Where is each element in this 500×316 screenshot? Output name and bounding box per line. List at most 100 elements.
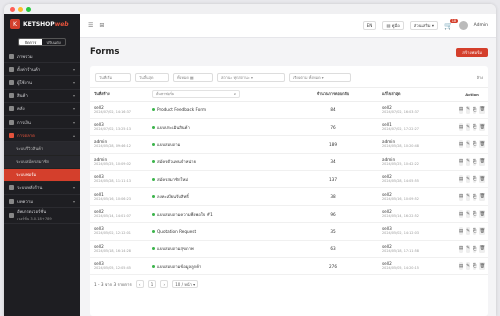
form-name[interactable]: Quotation Request xyxy=(157,229,196,234)
delete-button[interactable]: 🗑 xyxy=(479,123,486,132)
edit-button[interactable]: ✎ xyxy=(466,140,470,149)
copy-link-button[interactable]: ⎘ xyxy=(472,105,477,114)
column-header-created[interactable]: วันที่สร้าง xyxy=(90,88,148,102)
table-row[interactable]: sell2 2024/07/02, 14:16:37 Product Feedbac… xyxy=(90,101,488,119)
form-name[interactable]: แบบสอบถามสุขภาพ xyxy=(157,245,194,252)
table-row[interactable]: sell3 2024/05/02, 12:12:01 Quotation Reque… xyxy=(90,222,488,241)
collapse-sidebar-icon[interactable]: ☰ xyxy=(88,22,93,29)
delete-button[interactable]: 🗑 xyxy=(479,192,486,201)
copy-link-button[interactable]: ⎘ xyxy=(472,227,477,236)
per-page-select[interactable]: 10 / หน้า ▾ xyxy=(172,280,199,289)
form-name[interactable]: Product Feedback Form xyxy=(157,107,206,112)
sidebar-item-members[interactable]: ผู้ใช้งาน ▾ xyxy=(4,76,80,90)
form-name[interactable]: แบบสอบถาม xyxy=(157,141,180,148)
copy-link-button[interactable]: ⎘ xyxy=(472,123,477,132)
sidebar-subitem-forms[interactable]: ระบบฟอร์ม xyxy=(4,168,80,182)
table-row[interactable]: admin 2024/05/25, 10:09:02 สมัครตัวแทนจำหน… xyxy=(90,153,488,172)
minimize-window-button[interactable] xyxy=(18,6,23,12)
date-range-select[interactable]: ทั้งหมด ▦ xyxy=(173,73,213,82)
sidebar-item-marketing[interactable]: การตลาด ▴ xyxy=(4,129,80,143)
view-responses-button[interactable]: ▤ xyxy=(458,210,464,219)
delete-button[interactable]: 🗑 xyxy=(479,244,486,253)
status-select[interactable]: สถานะ ทุกสถานะ ▾ xyxy=(217,73,285,82)
copy-link-button[interactable]: ⎘ xyxy=(472,140,477,149)
edit-button[interactable]: ✎ xyxy=(466,262,470,271)
next-page-button[interactable]: › xyxy=(160,280,169,289)
view-responses-button[interactable]: ▤ xyxy=(458,140,464,149)
copy-link-button[interactable]: ⎘ xyxy=(472,244,477,253)
tab-customize[interactable]: ปรับแต่ง xyxy=(42,39,65,45)
form-name[interactable]: แบบสอบถามข้อมูลลูกค้า xyxy=(157,263,201,270)
view-responses-button[interactable]: ▤ xyxy=(458,105,464,114)
copy-link-button[interactable]: ⎘ xyxy=(472,175,477,184)
delete-button[interactable]: 🗑 xyxy=(479,262,486,271)
table-row[interactable]: sell1 2024/05/16, 10:06:23 ลงทะเบียนรับสิท… xyxy=(90,187,488,206)
edit-button[interactable]: ✎ xyxy=(466,210,470,219)
cart-icon[interactable]: 🛒 18 xyxy=(444,18,458,30)
sort-select[interactable]: เรียงตาม ทั้งหมด ▾ xyxy=(289,73,351,82)
sidebar-subitem-reviews[interactable]: ระบบรีวิวสินค้า xyxy=(4,142,80,156)
form-name[interactable]: สมัครสมาชิกใหม่ xyxy=(157,176,188,183)
language-switch[interactable]: EN xyxy=(362,21,377,30)
form-name[interactable]: ลงทะเบียนรับสิทธิ์ xyxy=(157,193,189,200)
brand-logo[interactable]: K KETSHOPweb xyxy=(4,14,80,34)
copy-link-button[interactable]: ⎘ xyxy=(472,192,477,201)
user-name[interactable]: Admin xyxy=(474,23,488,28)
close-window-button[interactable] xyxy=(10,6,15,12)
sidebar-item-finance[interactable]: การเงิน ▾ xyxy=(4,116,80,130)
delete-button[interactable]: 🗑 xyxy=(479,227,486,236)
delete-button[interactable]: 🗑 xyxy=(479,175,486,184)
column-header-submissions[interactable]: จำนวนการตอบกลับ xyxy=(288,88,378,102)
edit-button[interactable]: ✎ xyxy=(466,227,470,236)
view-responses-button[interactable]: ▤ xyxy=(458,262,464,271)
grid-menu-icon[interactable]: ⊞ xyxy=(99,22,104,29)
view-responses-button[interactable]: ▤ xyxy=(458,192,464,201)
form-search-input[interactable]: ค้นหาฟอร์ม ⌕ xyxy=(152,90,240,99)
view-responses-button[interactable]: ▤ xyxy=(458,157,464,166)
prev-page-button[interactable]: ‹ xyxy=(135,280,144,289)
help-button[interactable]: ▤ คู่มือ xyxy=(382,21,404,30)
view-responses-button[interactable]: ▤ xyxy=(458,123,464,132)
edit-button[interactable]: ✎ xyxy=(466,244,470,253)
delete-button[interactable]: 🗑 xyxy=(479,105,486,114)
form-name[interactable]: แบบสอบถามความพึงพอใจ #1 xyxy=(157,211,213,218)
page-button-current[interactable]: 1 xyxy=(147,280,157,289)
tab-manage[interactable]: จัดการ xyxy=(19,39,42,45)
view-responses-button[interactable]: ▤ xyxy=(458,244,464,253)
sidebar-item-settings[interactable]: ตั้งค่าร้านค้า ▾ xyxy=(4,63,80,77)
table-row[interactable]: sell2 2024/05/14, 14:01:07 แบบสอบถามความพึ… xyxy=(90,205,488,224)
sidebar-item-articles[interactable]: บทความ ▾ xyxy=(4,195,80,209)
table-row[interactable]: sell3 2024/05/28, 11:11:13 สมัครสมาชิกใหม่… xyxy=(90,170,488,189)
sidebar-item-system[interactable]: ระบบหลังร้าน ▾ xyxy=(4,182,80,196)
edit-button[interactable]: ✎ xyxy=(466,192,470,201)
copy-link-button[interactable]: ⎘ xyxy=(472,210,477,219)
addons-dropdown[interactable]: ส่วนเสริม ▾ xyxy=(409,21,438,30)
sidebar-subitem-membership[interactable]: ระบบสมัครสมาชิก xyxy=(4,155,80,169)
reset-filters-link[interactable]: ล้าง xyxy=(477,75,483,81)
date-from-input[interactable]: วันที่เริ่ม xyxy=(95,73,131,82)
maximize-window-button[interactable] xyxy=(26,6,31,12)
create-form-button[interactable]: สร้างฟอร์ม xyxy=(456,47,488,57)
edit-button[interactable]: ✎ xyxy=(466,157,470,166)
copy-link-button[interactable]: ⎘ xyxy=(472,157,477,166)
sidebar-item-version[interactable]: อัพเกรดเวอร์ชั่น เวอร์ชั่น 3.0.18+789 xyxy=(4,208,80,225)
edit-button[interactable]: ✎ xyxy=(466,105,470,114)
delete-button[interactable]: 🗑 xyxy=(479,140,486,149)
view-responses-button[interactable]: ▤ xyxy=(458,175,464,184)
sidebar-item-stock[interactable]: คลัง ▾ xyxy=(4,103,80,116)
column-header-updated[interactable]: แก้ไขล่าสุด xyxy=(378,88,456,102)
delete-button[interactable]: 🗑 xyxy=(479,210,486,219)
edit-button[interactable]: ✎ xyxy=(466,123,470,132)
form-name[interactable]: แบบประเมินสินค้า xyxy=(157,124,190,131)
table-row[interactable]: sell3 2024/05/05, 12:05:45 แบบสอบถามข้อมูล… xyxy=(90,257,488,276)
form-name[interactable]: สมัครตัวแทนจำหน่าย xyxy=(157,158,196,165)
table-row[interactable]: sell3 2024/07/02, 13:25:13 แบบประเมินสินค้… xyxy=(90,118,488,137)
view-responses-button[interactable]: ▤ xyxy=(458,227,464,236)
copy-link-button[interactable]: ⎘ xyxy=(472,262,477,271)
sidebar-item-products[interactable]: สินค้า ▾ xyxy=(4,90,80,103)
table-row[interactable]: sell2 2024/05/18, 16:14:28 แบบสอบถามสุขภาพ… xyxy=(90,240,488,259)
date-to-input[interactable]: วันสิ้นสุด xyxy=(135,73,169,82)
sidebar-item-overview[interactable]: ภาพรวม xyxy=(4,50,80,64)
avatar[interactable] xyxy=(458,21,468,30)
delete-button[interactable]: 🗑 xyxy=(479,157,486,166)
